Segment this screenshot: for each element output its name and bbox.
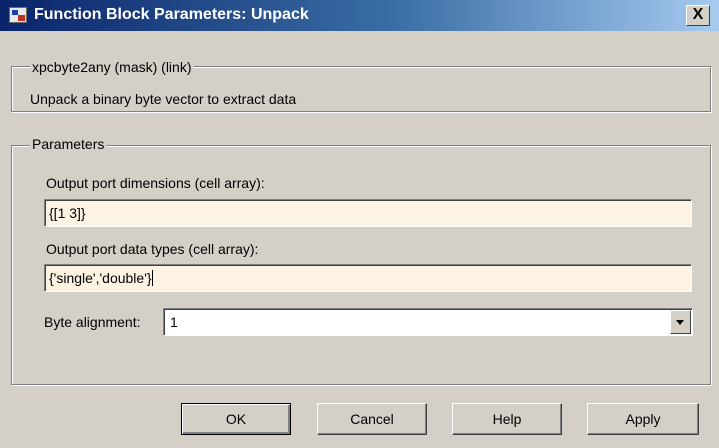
dropdown-arrow-button[interactable] [670, 310, 691, 334]
description-legend: xpcbyte2any (mask) (link) [30, 59, 194, 75]
output-port-dimensions-label: Output port dimensions (cell array): [46, 175, 265, 191]
help-button[interactable]: Help [452, 403, 562, 435]
simulink-block-icon [9, 7, 27, 23]
output-port-data-types-input[interactable]: {'single','double'} [44, 264, 692, 292]
chevron-down-icon [676, 320, 684, 325]
title-bar[interactable]: Function Block Parameters: Unpack X [0, 0, 719, 31]
byte-alignment-value: 1 [170, 314, 178, 330]
description-text: Unpack a binary byte vector to extract d… [30, 91, 297, 107]
text-cursor [151, 270, 153, 286]
ok-button[interactable]: OK [181, 403, 291, 435]
output-port-dimensions-value: {[1 3]} [49, 205, 86, 221]
byte-alignment-label: Byte alignment: [44, 314, 141, 330]
parameters-legend: Parameters [30, 136, 107, 152]
close-button[interactable]: X [686, 5, 710, 26]
output-port-data-types-label: Output port data types (cell array): [46, 241, 259, 257]
cancel-button[interactable]: Cancel [317, 403, 427, 435]
window-title: Function Block Parameters: Unpack [34, 6, 309, 23]
output-port-data-types-value: {'single','double'} [49, 270, 152, 286]
apply-button[interactable]: Apply [587, 403, 699, 435]
byte-alignment-select[interactable]: 1 [163, 308, 693, 336]
output-port-dimensions-input[interactable]: {[1 3]} [44, 199, 692, 227]
